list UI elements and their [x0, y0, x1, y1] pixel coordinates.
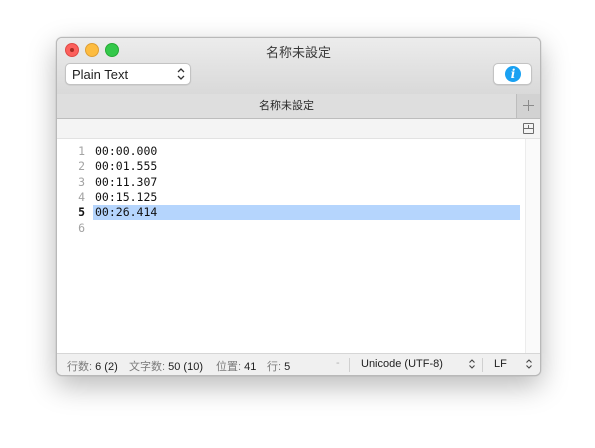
- position-info: 位置: 41: [216, 358, 256, 374]
- lines-count-value: 6 (2): [95, 361, 118, 373]
- tab-bar: 名称未設定: [57, 94, 540, 119]
- editor-line: 4 00:15.125: [57, 190, 525, 205]
- row-label: 行:: [267, 361, 282, 373]
- status-bar: 行数: 6 (2) 文字数: 50 (10) 位置: 41 行: 5 - Uni…: [57, 353, 540, 375]
- editor-line: 1 00:00.000: [57, 144, 525, 159]
- line-number: 5: [78, 205, 85, 219]
- line-text: 00:11.307: [95, 175, 158, 189]
- row-info: 行: 5: [267, 358, 290, 374]
- status-divider: [482, 358, 483, 372]
- window-title: 名称未設定: [265, 45, 331, 60]
- position-label: 位置:: [216, 361, 242, 373]
- editor-window: 名称未設定 Plain Text i 名称未設定 1 00:00.000 2 0…: [56, 37, 541, 376]
- line-number: 1: [78, 144, 85, 158]
- add-tab-icon[interactable]: [517, 94, 540, 118]
- line-text: 00:01.555: [95, 159, 158, 173]
- info-button[interactable]: i: [493, 63, 532, 85]
- text-editor[interactable]: 1 00:00.000 2 00:01.555 3 00:11.307 4 00…: [57, 139, 525, 353]
- editor-line: 2 00:01.555: [57, 159, 525, 174]
- position-value: 41: [244, 361, 257, 373]
- line-ending-select[interactable]: LF: [494, 358, 507, 370]
- line-number: 6: [78, 221, 85, 235]
- line-number: 2: [78, 159, 85, 173]
- chevron-updown-icon: [469, 359, 475, 369]
- tab-untitled[interactable]: 名称未設定: [57, 94, 517, 118]
- editor-line-current: 5 00:26.414: [57, 205, 525, 220]
- editor-line: 6: [57, 221, 525, 236]
- status-divider: [349, 358, 350, 372]
- chevron-updown-icon: [177, 68, 185, 80]
- lines-count: 行数: 6 (2): [67, 358, 118, 374]
- syntax-select-value: Plain Text: [72, 67, 129, 82]
- navigation-bar: [57, 119, 540, 139]
- lines-count-label: 行数:: [67, 361, 93, 373]
- line-number: 3: [78, 175, 85, 189]
- chevron-updown-icon: [526, 359, 532, 369]
- line-text: 00:15.125: [95, 190, 158, 204]
- title-bar: 名称未設定 Plain Text i: [57, 38, 540, 95]
- chars-count-value: 50 (10): [168, 361, 203, 373]
- syntax-select[interactable]: Plain Text: [65, 63, 191, 85]
- chars-count: 文字数: 50 (10): [129, 358, 203, 374]
- editor-line: 3 00:11.307: [57, 175, 525, 190]
- split-editor-icon[interactable]: [523, 123, 534, 134]
- encoding-select[interactable]: Unicode (UTF-8): [361, 358, 443, 370]
- row-value: 5: [284, 361, 291, 373]
- status-dash: -: [336, 357, 340, 369]
- chars-count-label: 文字数:: [129, 361, 166, 373]
- info-icon: i: [505, 66, 521, 82]
- line-text: 00:26.414: [95, 205, 158, 219]
- line-number: 4: [78, 190, 85, 204]
- line-text: 00:00.000: [95, 144, 158, 158]
- vertical-scrollbar[interactable]: [525, 139, 540, 353]
